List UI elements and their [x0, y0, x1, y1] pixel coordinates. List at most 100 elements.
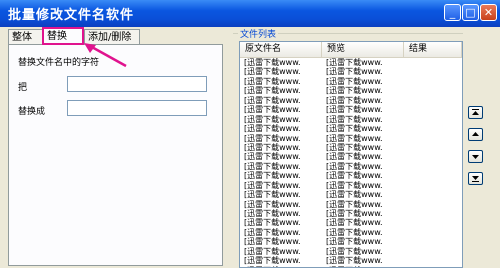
table-row[interactable]: [迅雷下载www. [迅雷下载www. [240, 77, 462, 86]
table-row[interactable]: [迅雷下载www. [迅雷下载www. [240, 209, 462, 218]
column-header-preview[interactable]: 预览 [322, 42, 404, 57]
find-text-input[interactable] [67, 76, 207, 92]
cell-original-name: [迅雷下载www. [244, 180, 301, 190]
tab-replace[interactable]: 替换 [42, 27, 84, 45]
cell-original-name: [迅雷下载www. [244, 133, 301, 143]
cell-original-name: [迅雷下载www. [244, 237, 301, 247]
cell-result [408, 96, 460, 105]
file-list-view[interactable]: 原文件名 预览 结果 [迅雷下载www. [迅雷下载www. [迅雷下载www. [迅… [239, 41, 463, 268]
cell-preview: [迅雷下载www. [326, 105, 383, 115]
cell-result [408, 58, 460, 67]
table-row[interactable]: [迅雷下载www. [迅雷下载www. [240, 181, 462, 190]
table-row[interactable]: [迅雷下载www. [迅雷下载www. [240, 67, 462, 76]
cell-preview: [迅雷下载www. [326, 152, 383, 162]
cell-preview: [迅雷下载www. [326, 171, 383, 181]
cell-original-name: [迅雷下载www. [244, 256, 301, 266]
tab-overall[interactable]: 整体 [8, 29, 44, 45]
move-up-button[interactable] [468, 128, 483, 141]
cell-preview: [迅雷下载www. [326, 76, 383, 86]
close-button[interactable]: ✕ [480, 4, 497, 21]
cell-preview: [迅雷下载www. [326, 209, 383, 218]
window-title: 批量修改文件名软件 [8, 8, 135, 23]
column-header-original-name[interactable]: 原文件名 [240, 42, 322, 57]
cell-original-name: [迅雷下载www. [244, 209, 301, 218]
table-row[interactable]: [迅雷下载www. [迅雷下载www. [240, 143, 462, 152]
cell-result [408, 105, 460, 114]
to-label: 替换成 [18, 107, 46, 117]
cell-preview: [迅雷下载www. [326, 58, 383, 67]
move-down-icon [472, 155, 479, 159]
list-header: 原文件名 预览 结果 [240, 42, 462, 58]
cell-preview: [迅雷下载www. [326, 246, 383, 256]
move-to-top-button[interactable] [468, 106, 483, 119]
move-to-bottom-icon [472, 176, 479, 182]
table-row[interactable]: [迅雷下载www. [迅雷下载www. [240, 115, 462, 124]
cell-result [408, 247, 460, 256]
column-header-result[interactable]: 结果 [404, 42, 462, 57]
cell-original-name: [迅雷下载www. [244, 67, 301, 77]
table-row[interactable]: [迅雷下载www. [迅雷下载www. [240, 105, 462, 114]
cell-result [408, 200, 460, 209]
table-row[interactable]: [迅雷下载www. [迅雷下载www. [240, 218, 462, 227]
cell-result [408, 115, 460, 124]
cell-original-name: [迅雷下载www. [244, 218, 301, 228]
cell-preview: [迅雷下载www. [326, 86, 383, 96]
cell-original-name: [迅雷下载www. [244, 86, 301, 96]
cell-original-name: [迅雷下载www. [244, 227, 301, 237]
table-row[interactable]: [迅雷下载www. [迅雷下载www. [240, 200, 462, 209]
table-row[interactable]: [迅雷下载www. [迅雷下载www. [240, 190, 462, 199]
replace-text-input[interactable] [67, 100, 207, 116]
table-row[interactable]: [迅雷下载www. [迅雷下载www. [240, 171, 462, 180]
cell-preview: [迅雷下载www. [326, 256, 383, 266]
cell-preview: [迅雷下载www. [326, 237, 383, 247]
cell-preview: [迅雷下载www. [326, 114, 383, 124]
table-row[interactable]: [迅雷下载www. [迅雷下载www. [240, 256, 462, 265]
cell-result [408, 134, 460, 143]
cell-result [408, 228, 460, 237]
replace-tab-panel: 替换文件名中的字符 把 替换成 [8, 44, 223, 266]
move-to-bottom-button[interactable] [468, 172, 483, 185]
table-row[interactable]: [迅雷下载www. [迅雷下载www. [240, 86, 462, 95]
cell-preview: [迅雷下载www. [326, 180, 383, 190]
cell-original-name: [迅雷下载www. [244, 199, 301, 209]
cell-preview: [迅雷下载www. [326, 124, 383, 134]
move-to-top-icon [472, 109, 479, 115]
cell-preview: [迅雷下载www. [326, 67, 383, 77]
cell-preview: [迅雷下载www. [326, 161, 383, 171]
table-row[interactable]: [迅雷下载www. [迅雷下载www. [240, 228, 462, 237]
table-row[interactable]: [迅雷下载www. [迅雷下载www. [240, 58, 462, 67]
cell-result [408, 143, 460, 152]
cell-preview: [迅雷下载www. [326, 95, 383, 105]
table-row[interactable]: [迅雷下载www. [迅雷下载www. [240, 237, 462, 246]
cell-result [408, 171, 460, 180]
cell-original-name: [迅雷下载www. [244, 142, 301, 152]
maximize-button[interactable]: □ [462, 4, 479, 21]
minimize-button[interactable]: _ [444, 4, 461, 21]
cell-original-name: [迅雷下载www. [244, 58, 301, 67]
table-row[interactable]: [迅雷下载www. [迅雷下载www. [240, 162, 462, 171]
table-row[interactable]: [迅雷下载www. [迅雷下载www. [240, 124, 462, 133]
cell-result [408, 209, 460, 218]
cell-original-name: [迅雷下载www. [244, 171, 301, 181]
table-row[interactable]: [迅雷下载www. [迅雷下载www. [240, 134, 462, 143]
annotation-arrow-icon [84, 43, 127, 68]
cell-result [408, 152, 460, 161]
table-row[interactable]: [迅雷下载www. [迅雷下载www. [240, 152, 462, 161]
title-bar[interactable]: 批量修改文件名软件 _ □ ✕ [0, 0, 500, 27]
cell-original-name: [迅雷下载www. [244, 124, 301, 134]
cell-preview: [迅雷下载www. [326, 218, 383, 228]
cell-original-name: [迅雷下载www. [244, 190, 301, 200]
cell-result [408, 218, 460, 227]
from-label: 把 [18, 83, 28, 93]
cell-result [408, 124, 460, 133]
table-row[interactable]: [迅雷下载www. [迅雷下载www. [240, 247, 462, 256]
cell-preview: [迅雷下载www. [326, 190, 383, 200]
list-rows: [迅雷下载www. [迅雷下载www. [迅雷下载www. [迅雷下载www. [迅雷下… [240, 58, 462, 267]
cell-result [408, 256, 460, 265]
move-down-button[interactable] [468, 150, 483, 163]
cell-result [408, 162, 460, 171]
cell-result [408, 190, 460, 199]
table-row[interactable]: [迅雷下载www. [迅雷下载www. [240, 96, 462, 105]
cell-result [408, 86, 460, 95]
cell-original-name: [迅雷下载www. [244, 95, 301, 105]
